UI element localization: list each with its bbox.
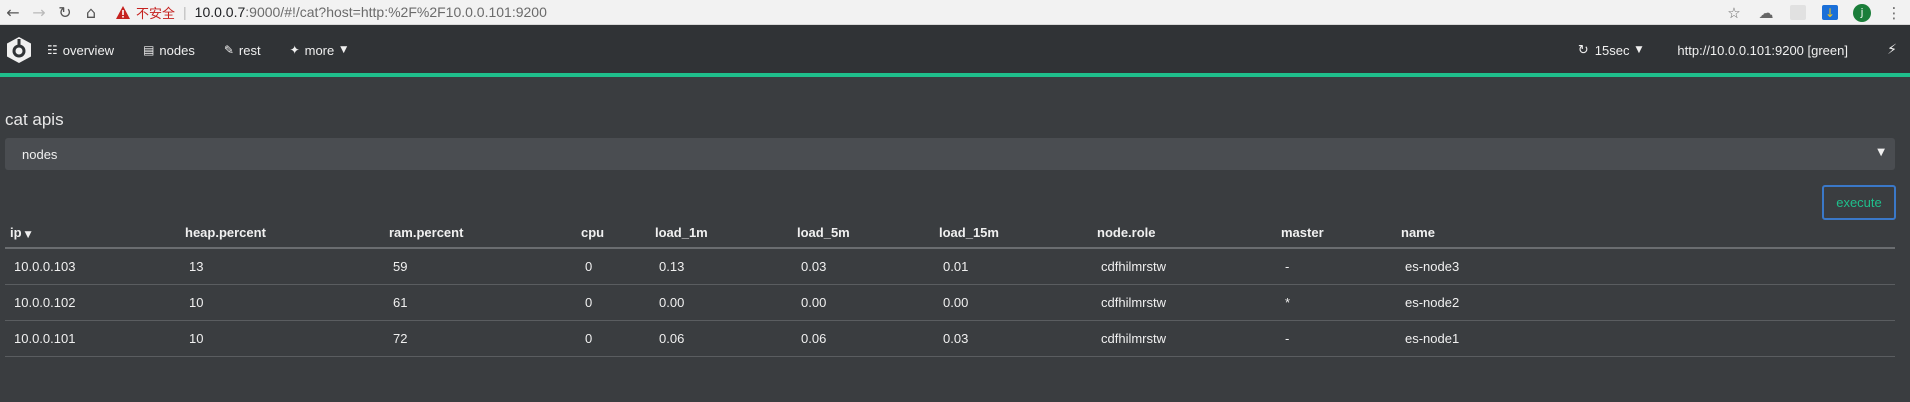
- nav-nodes-label: nodes: [159, 42, 195, 58]
- column-header[interactable]: ram.percent: [384, 218, 576, 249]
- column-header[interactable]: load_5m: [792, 218, 934, 249]
- forward-icon[interactable]: →: [26, 0, 52, 25]
- table-cell: 0: [576, 284, 650, 321]
- nav-rest-label: rest: [238, 42, 261, 58]
- browser-toolbar: ← → ↻ ⌂ 不安全 | 10.0.0.7:9000/#!/cat?host=…: [0, 0, 1910, 25]
- server-icon: ▤: [143, 43, 155, 57]
- table-cell: 0.01: [934, 248, 1092, 285]
- table-cell: 10.0.0.103: [5, 248, 180, 285]
- column-header[interactable]: master: [1276, 218, 1396, 249]
- table-cell: 0.03: [934, 320, 1092, 357]
- table-cell: 10: [180, 284, 384, 321]
- table-cell: 10.0.0.101: [5, 320, 180, 357]
- execute-button[interactable]: execute: [1822, 185, 1896, 220]
- accent-bar: [0, 73, 1910, 77]
- nav-overview-label: overview: [62, 42, 115, 58]
- table-row: 10.0.0.102 10 61 0 0.00 0.00 0.00 cdfhil…: [5, 284, 1895, 321]
- table-cell: 0: [576, 320, 650, 357]
- edit-icon: ✎: [223, 43, 234, 57]
- nav-more-dropdown[interactable]: ✦ more ▼: [290, 43, 348, 58]
- refresh-interval-label: 15sec: [1594, 42, 1630, 58]
- caret-down-icon: ▼: [340, 45, 348, 55]
- cat-results-table: ip ▼ heap.percent ram.percent cpu load_1m…: [5, 218, 1895, 357]
- refresh-interval-dropdown[interactable]: ↻ 15sec ▼: [1578, 43, 1643, 58]
- column-header[interactable]: name: [1396, 218, 1895, 249]
- address-bar[interactable]: 不安全 | 10.0.0.7:9000/#!/cat?host=http:%2F…: [116, 0, 547, 25]
- table-cell: es-node3: [1396, 248, 1895, 285]
- table-cell: 59: [384, 248, 576, 285]
- table-cell: cdfhilmrstw: [1092, 248, 1276, 285]
- column-header[interactable]: cpu: [576, 218, 650, 249]
- table-cell: -: [1276, 320, 1396, 357]
- nav-more-label: more: [304, 42, 335, 58]
- profile-avatar[interactable]: j: [1846, 0, 1878, 25]
- reload-icon[interactable]: ↻: [52, 0, 78, 25]
- table-cell: es-node2: [1396, 284, 1895, 321]
- table-cell: 0.06: [650, 320, 792, 357]
- nav-overview[interactable]: ☷ overview: [47, 43, 114, 58]
- nav-rest[interactable]: ✎ rest: [224, 43, 261, 58]
- column-header[interactable]: node.role: [1092, 218, 1276, 249]
- insecure-label: 不安全: [136, 5, 176, 21]
- url-path: :9000/#!/cat?host=http:%2F%2F10.0.0.101:…: [245, 4, 547, 20]
- nav-nodes[interactable]: ▤ nodes: [143, 43, 195, 58]
- page-title: cat apis: [5, 110, 64, 129]
- caret-down-icon: ▼: [1635, 45, 1643, 55]
- column-header[interactable]: load_15m: [934, 218, 1092, 249]
- sitemap-icon: ☷: [47, 43, 58, 57]
- bookmark-star-icon[interactable]: ☆: [1718, 0, 1750, 25]
- table-cell: 10: [180, 320, 384, 357]
- home-icon[interactable]: ⌂: [78, 0, 104, 25]
- column-header[interactable]: load_1m: [650, 218, 792, 249]
- cluster-status[interactable]: http://10.0.0.101:9200 [green]: [1677, 43, 1848, 58]
- table-cell: 13: [180, 248, 384, 285]
- column-header[interactable]: heap.percent: [180, 218, 384, 249]
- warning-icon: [116, 5, 130, 19]
- table-cell: 0.00: [792, 284, 934, 321]
- download-extension-icon[interactable]: ↓: [1814, 0, 1846, 25]
- dropdown-arrow-icon: ▼: [1877, 147, 1885, 158]
- table-cell: 0.06: [792, 320, 934, 357]
- address-separator: |: [183, 4, 187, 20]
- table-cell: 0.13: [650, 248, 792, 285]
- table-cell: 10.0.0.102: [5, 284, 180, 321]
- back-icon[interactable]: ←: [0, 0, 26, 25]
- extension-icon[interactable]: [1782, 0, 1814, 25]
- table-cell: 0: [576, 248, 650, 285]
- column-header-ip[interactable]: ip ▼: [5, 218, 180, 249]
- cat-api-selected-value: nodes: [22, 146, 58, 162]
- app-navbar: ☷ overview ▤ nodes ✎ rest ✦ more ▼ ↻ 15s…: [0, 25, 1910, 75]
- table-cell: cdfhilmrstw: [1092, 284, 1276, 321]
- table-row: 10.0.0.101 10 72 0 0.06 0.06 0.03 cdfhil…: [5, 320, 1895, 357]
- extension-cloud-icon[interactable]: ☁: [1750, 0, 1782, 25]
- disconnect-plug-icon[interactable]: ⚡: [1874, 42, 1910, 58]
- magic-wand-icon: ✦: [289, 43, 300, 57]
- table-cell: *: [1276, 284, 1396, 321]
- table-cell: 0.03: [792, 248, 934, 285]
- table-cell: 0.00: [934, 284, 1092, 321]
- table-cell: es-node1: [1396, 320, 1895, 357]
- table-cell: 0.00: [650, 284, 792, 321]
- table-cell: 61: [384, 284, 576, 321]
- url-host: 10.0.0.7: [194, 4, 246, 20]
- table-cell: cdfhilmrstw: [1092, 320, 1276, 357]
- cerebro-logo-icon[interactable]: [5, 36, 33, 64]
- sort-desc-icon: ▼: [24, 230, 32, 240]
- refresh-icon: ↻: [1577, 42, 1589, 58]
- table-cell: -: [1276, 248, 1396, 285]
- table-cell: 72: [384, 320, 576, 357]
- table-row: 10.0.0.103 13 59 0 0.13 0.03 0.01 cdfhil…: [5, 248, 1895, 285]
- cat-api-select[interactable]: nodes ▼: [5, 138, 1895, 170]
- browser-menu-icon[interactable]: ⋮: [1878, 0, 1910, 25]
- table-header-row: ip ▼ heap.percent ram.percent cpu load_1m…: [5, 218, 1895, 249]
